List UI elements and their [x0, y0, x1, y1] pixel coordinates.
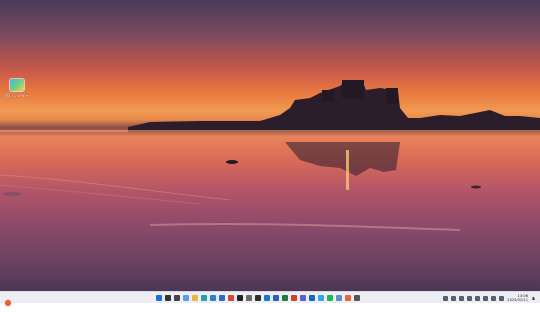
- clock-date: 2025/02/11: [507, 298, 528, 302]
- photos-icon[interactable]: [318, 295, 324, 301]
- search-icon[interactable]: [165, 295, 171, 301]
- terminal-icon[interactable]: [255, 295, 261, 301]
- outlook-icon[interactable]: [309, 295, 315, 301]
- ime-icon[interactable]: [475, 295, 481, 301]
- mail-icon[interactable]: [219, 295, 225, 301]
- calculator-icon[interactable]: [354, 295, 360, 301]
- spotify-icon[interactable]: [327, 295, 333, 301]
- wallpaper-scene: [0, 80, 540, 231]
- edge-icon[interactable]: [201, 295, 207, 301]
- system-tray: 13:06 2025/02/11: [443, 293, 536, 303]
- github-icon[interactable]: [237, 295, 243, 301]
- taskbar: 13:06 2025/02/11: [0, 291, 540, 307]
- desktop-wallpaper: 遥いシルダー: [0, 0, 540, 291]
- network-icon[interactable]: [483, 295, 489, 301]
- folder-shortcut-icon: [10, 79, 24, 91]
- store-icon[interactable]: [210, 295, 216, 301]
- security-icon[interactable]: [451, 295, 457, 301]
- desktop-icon-folder-shortcut[interactable]: 遥いシルダー: [3, 79, 31, 98]
- desktop-icon-label: 遥いシルダー: [5, 93, 29, 98]
- vscode-icon[interactable]: [264, 295, 270, 301]
- keyboard-icon[interactable]: [459, 295, 465, 301]
- notepad-icon[interactable]: [336, 295, 342, 301]
- chevron-up-icon[interactable]: [443, 295, 449, 301]
- weather-icon: [4, 299, 12, 307]
- file-explorer-icon[interactable]: [192, 295, 198, 301]
- task-view-icon[interactable]: [174, 295, 180, 301]
- excel-icon[interactable]: [282, 295, 288, 301]
- paint-icon[interactable]: [345, 295, 351, 301]
- notification-bell-icon[interactable]: [531, 296, 536, 301]
- tray-icons: [443, 295, 505, 301]
- word-icon[interactable]: [273, 295, 279, 301]
- powerpoint-icon[interactable]: [291, 295, 297, 301]
- taskbar-apps: [156, 294, 360, 302]
- clock[interactable]: 13:06 2025/02/11: [507, 294, 528, 303]
- windows-start-icon[interactable]: [156, 295, 162, 301]
- settings-icon[interactable]: [246, 295, 252, 301]
- teams-icon[interactable]: [300, 295, 306, 301]
- volume-icon[interactable]: [491, 295, 497, 301]
- chrome-icon[interactable]: [228, 295, 234, 301]
- widgets-icon[interactable]: [183, 295, 189, 301]
- language-icon[interactable]: [467, 295, 473, 301]
- weather-widget[interactable]: [3, 293, 13, 307]
- battery-icon[interactable]: [499, 295, 505, 301]
